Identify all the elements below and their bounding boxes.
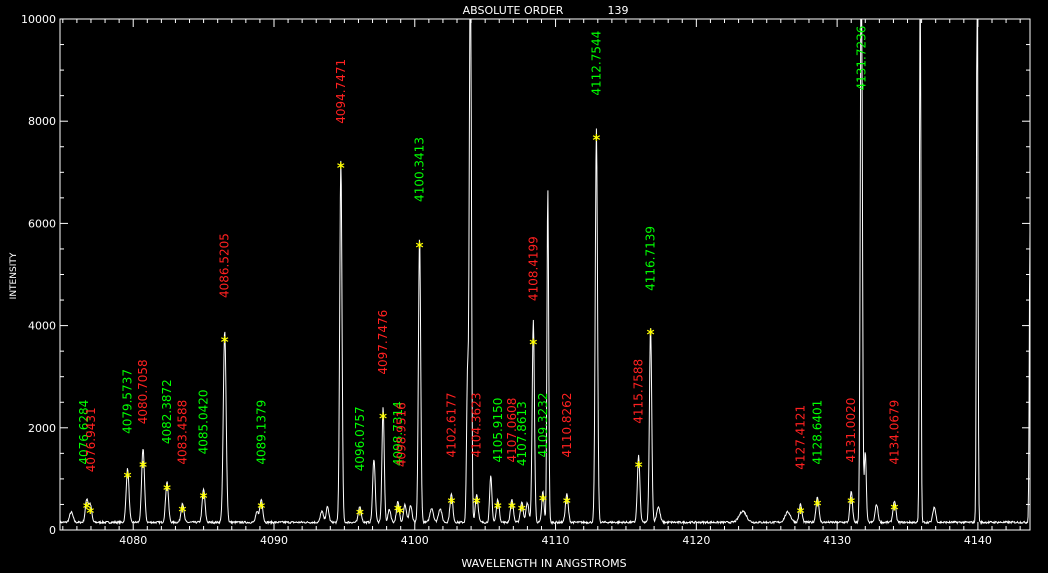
y-tick-label: 8000: [28, 115, 56, 128]
chart-background: [0, 0, 1048, 573]
x-tick-label: 4130: [823, 534, 851, 547]
line-annotation: 4085.0420: [197, 389, 211, 454]
line-annotation: 4080.7058: [136, 359, 150, 424]
x-tick-label: 4110: [542, 534, 570, 547]
line-marker: *: [529, 335, 537, 353]
y-tick-label: 0: [49, 524, 56, 537]
line-marker: *: [563, 494, 571, 512]
y-axis-label: INTENSITY: [9, 252, 19, 299]
line-marker: *: [813, 496, 821, 514]
line-annotation: 4100.3413: [413, 137, 427, 202]
line-annotation: 4097.7476: [376, 310, 390, 375]
line-marker: *: [890, 501, 898, 519]
line-annotation: 4089.1379: [254, 400, 268, 465]
line-annotation: 4109.3232: [536, 393, 550, 458]
line-marker: *: [416, 238, 424, 256]
line-marker: *: [797, 504, 805, 522]
line-marker: *: [356, 506, 364, 524]
order-number: 139: [608, 4, 629, 17]
line-marker: *: [257, 499, 265, 517]
line-marker: *: [221, 333, 229, 351]
spectrum-chart: ABSOLUTE ORDER 139 4080 4090 4100 4110 4120 4…: [0, 0, 1048, 573]
x-axis-label: WAVELENGTH IN ANGSTROMS: [461, 557, 626, 570]
line-annotation: 4115.7588: [632, 359, 646, 424]
x-tick-label: 4090: [260, 534, 288, 547]
line-annotation: 4076.9431: [84, 407, 98, 472]
line-annotation: 4110.8262: [560, 393, 574, 458]
line-marker: *: [337, 159, 345, 177]
line-marker: *: [647, 325, 655, 343]
line-annotation: 4096.0757: [353, 406, 367, 471]
x-tick-label: 4120: [682, 534, 710, 547]
line-annotation: 4107.8613: [515, 401, 529, 466]
line-marker: *: [518, 502, 526, 520]
line-annotation: 4105.9150: [491, 398, 505, 463]
line-annotation: 4094.7471: [334, 59, 348, 124]
line-marker: *: [508, 499, 516, 517]
line-annotation: 4082.3872: [160, 379, 174, 444]
line-marker: *: [635, 458, 643, 476]
line-annotation: 4086.5205: [218, 233, 232, 298]
line-marker: *: [396, 504, 404, 522]
line-annotation: 4128.6401: [810, 400, 824, 465]
y-tick-label: 10000: [21, 13, 56, 26]
line-annotation: 4098.9516: [394, 402, 408, 467]
line-marker: *: [124, 468, 132, 486]
line-marker: *: [539, 491, 547, 509]
line-marker: *: [163, 481, 171, 499]
line-marker: *: [592, 131, 600, 149]
line-annotation: 4134.0679: [887, 400, 901, 465]
line-annotation: 4108.4199: [526, 236, 540, 301]
y-tick-label: 4000: [28, 320, 56, 333]
line-marker: *: [494, 499, 502, 517]
line-annotation: 4112.7544: [589, 31, 603, 96]
x-tick-label: 4100: [401, 534, 429, 547]
x-tick-label: 4140: [964, 534, 992, 547]
line-marker: *: [200, 489, 208, 507]
line-marker: *: [379, 410, 387, 428]
y-tick-label: 2000: [28, 422, 56, 435]
line-annotation: 4083.4588: [175, 400, 189, 465]
line-marker: *: [139, 458, 147, 476]
line-annotation: 4102.6177: [444, 393, 458, 458]
line-annotation: 4104.3623: [470, 393, 484, 458]
line-marker: *: [473, 494, 481, 512]
line-annotation: 4116.7139: [644, 226, 658, 291]
line-annotation: 4127.4121: [794, 405, 808, 470]
x-tick-label: 4080: [119, 534, 147, 547]
line-annotation: 4131.7236: [854, 26, 868, 91]
line-marker: *: [847, 494, 855, 512]
line-annotation: 4079.5737: [121, 369, 135, 434]
line-marker: *: [86, 504, 94, 522]
chart-title: ABSOLUTE ORDER: [463, 4, 564, 17]
line-marker: *: [447, 494, 455, 512]
y-tick-label: 6000: [28, 217, 56, 230]
line-marker: *: [179, 503, 187, 521]
line-annotation: 4131.0020: [844, 398, 858, 463]
